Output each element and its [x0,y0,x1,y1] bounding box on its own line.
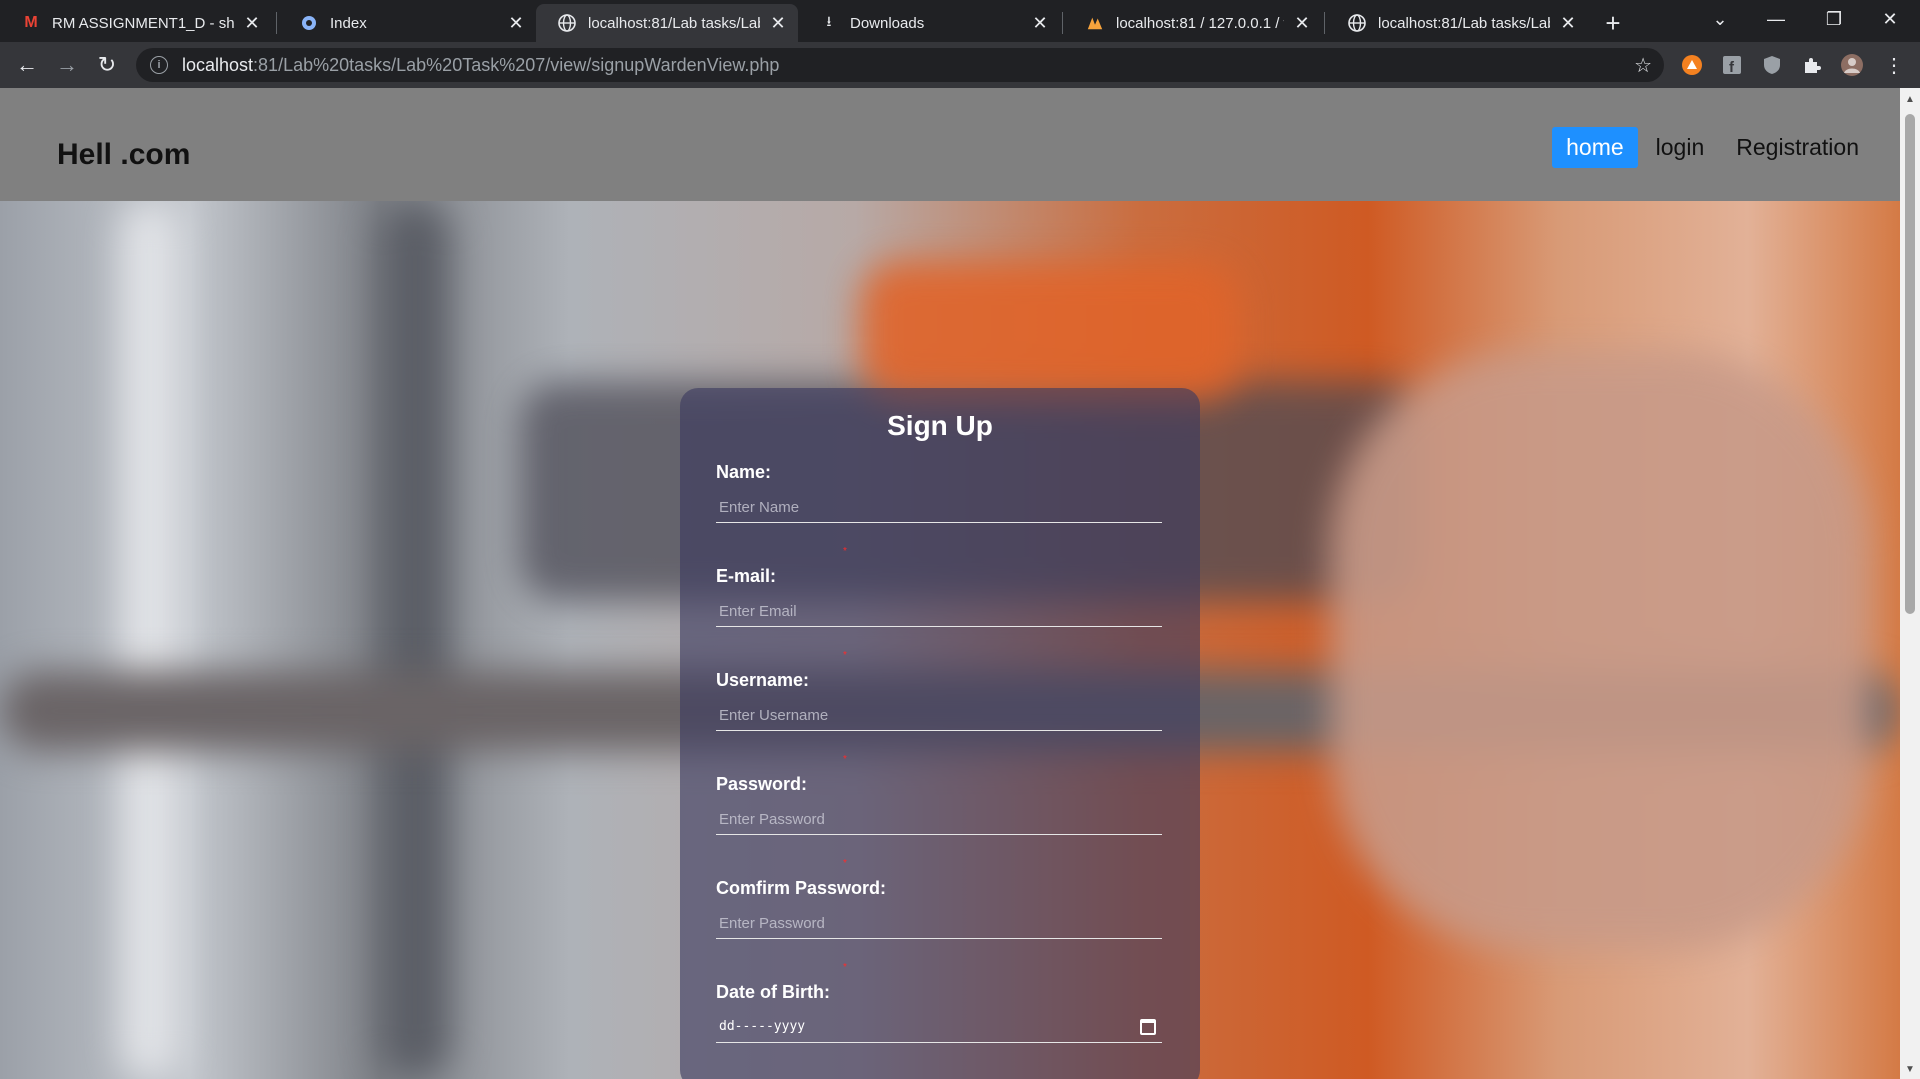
email-label: E-mail: [716,566,777,586]
calendar-icon[interactable] [1140,1019,1156,1035]
name-field-group: Name: * [716,462,1164,566]
scrollbar-thumb[interactable] [1905,114,1915,614]
page-viewport: Hell .com home login Registration Sign U… [0,88,1900,1079]
tab-separator [276,12,277,34]
shield-icon [300,14,318,32]
extension-orange-icon[interactable] [1680,53,1704,77]
site-nav: home login Registration [1548,127,1873,168]
close-icon[interactable]: ✕ [1292,13,1312,33]
username-label: Username: [716,670,810,690]
phpmyadmin-icon [1086,14,1104,32]
nav-login-link[interactable]: login [1642,127,1719,168]
tab-phpmyadmin[interactable]: localhost:81 / 127.0.0.1 / wa ✕ [1064,4,1322,42]
username-field-group: Username: * [716,670,1164,774]
tab-gmail[interactable]: M RM ASSIGNMENT1_D - sho ✕ [0,4,272,42]
name-input[interactable] [716,493,1162,523]
dob-field-group: Date of Birth: dd-----yyyy [716,982,1164,1079]
scroll-up-arrow-icon[interactable]: ▲ [1905,94,1915,105]
restore-icon[interactable]: ❐ [1814,4,1854,34]
tab-title: localhost:81/Lab tasks/Lab [1378,14,1550,32]
scroll-down-arrow-icon[interactable]: ▼ [1905,1064,1915,1075]
facebook-extension-icon[interactable]: f [1720,53,1744,77]
close-icon[interactable]: ✕ [768,13,788,33]
new-tab-plus-icon[interactable]: + [1598,8,1628,38]
site-info-icon[interactable]: i [150,56,168,74]
tab-title: localhost:81/Lab tasks/Lab T [588,14,760,32]
close-icon[interactable]: ✕ [1030,13,1050,33]
tab-index[interactable]: Index ✕ [278,4,536,42]
name-label: Name: [716,462,772,482]
name-error-mark: * [843,546,847,557]
dob-date-input[interactable]: dd-----yyyy [716,1013,1162,1043]
dob-label: Date of Birth: [716,982,830,1002]
site-header: Hell .com home login Registration [0,88,1900,201]
puzzle-extensions-icon[interactable] [1800,53,1824,77]
tab-search-chevron-down-icon[interactable]: ⌄ [1700,4,1740,34]
back-arrow-icon[interactable]: ← [12,50,42,80]
tab-title: Index [330,14,367,32]
site-brand: Hell .com [57,138,191,171]
username-input[interactable] [716,701,1162,731]
password-field-group: Password: * [716,774,1164,878]
download-icon: ⭳ [826,13,832,29]
confirm-password-label: Comfirm Password: [716,878,887,898]
nav-home-link[interactable]: home [1552,127,1638,168]
tab-title: Downloads [850,14,925,32]
nav-registration-link[interactable]: Registration [1722,127,1873,168]
profile-avatar[interactable] [1840,53,1864,77]
close-icon[interactable]: ✕ [242,13,262,33]
email-field-group: E-mail: * [716,566,1164,670]
password-label: Password: [716,774,808,794]
password-error-mark: * [843,858,847,869]
tab-downloads[interactable]: ⭳ Downloads ✕ [798,4,1060,42]
email-input[interactable] [716,597,1162,627]
page-scrollbar[interactable]: ▲ ▼ [1900,88,1920,1079]
photo-blur-hand [1330,351,1870,951]
forward-arrow-icon[interactable]: → [52,50,82,80]
globe-icon [558,14,576,32]
photo-blur-bar [120,201,180,1079]
shield-extension-icon[interactable] [1760,53,1784,77]
username-error-mark: * [843,754,847,765]
password-input[interactable] [716,805,1162,835]
browser-toolbar: ← → ↻ i localhost:81/Lab%20tasks/Lab%20T… [0,42,1920,88]
bookmark-star-icon[interactable]: ☆ [1634,53,1652,78]
photo-blur-bar [380,201,450,1079]
confirm-password-error-mark: * [843,962,847,973]
confirm-password-field-group: Comfirm Password: * [716,878,1164,982]
browser-tab-bar: M RM ASSIGNMENT1_D - sho ✕ Index ✕ local… [0,0,1920,42]
confirm-password-input[interactable] [716,909,1162,939]
close-icon[interactable]: ✕ [1558,13,1578,33]
minimize-icon[interactable]: — [1756,4,1796,34]
address-bar[interactable]: i localhost:81/Lab%20tasks/Lab%20Task%20… [136,48,1664,82]
reload-icon[interactable]: ↻ [92,50,122,80]
tab-lab-tasks[interactable]: localhost:81/Lab tasks/Lab ✕ [1326,4,1588,42]
photo-blur-orange [860,261,1240,401]
url-text: localhost:81/Lab%20tasks/Lab%20Task%207/… [182,54,780,75]
tab-separator [1062,12,1063,34]
close-icon[interactable]: ✕ [506,13,526,33]
tab-title: RM ASSIGNMENT1_D - sho [52,14,234,32]
tab-separator [1324,12,1325,34]
globe-icon [1348,14,1366,32]
gmail-icon: M [24,14,38,31]
close-window-icon[interactable]: ✕ [1870,4,1910,34]
tab-title: localhost:81 / 127.0.0.1 / wa [1116,14,1284,32]
dob-date-value: dd-----yyyy [719,1019,806,1034]
email-error-mark: * [843,650,847,661]
kebab-menu-icon[interactable]: ⋮ [1882,53,1906,77]
tab-signup-warden[interactable]: localhost:81/Lab tasks/Lab T ✕ [536,4,798,42]
signup-title: Sign Up [887,410,993,441]
signup-card: Sign Up Name: * E-mail: * Username: * Pa… [680,388,1200,1079]
